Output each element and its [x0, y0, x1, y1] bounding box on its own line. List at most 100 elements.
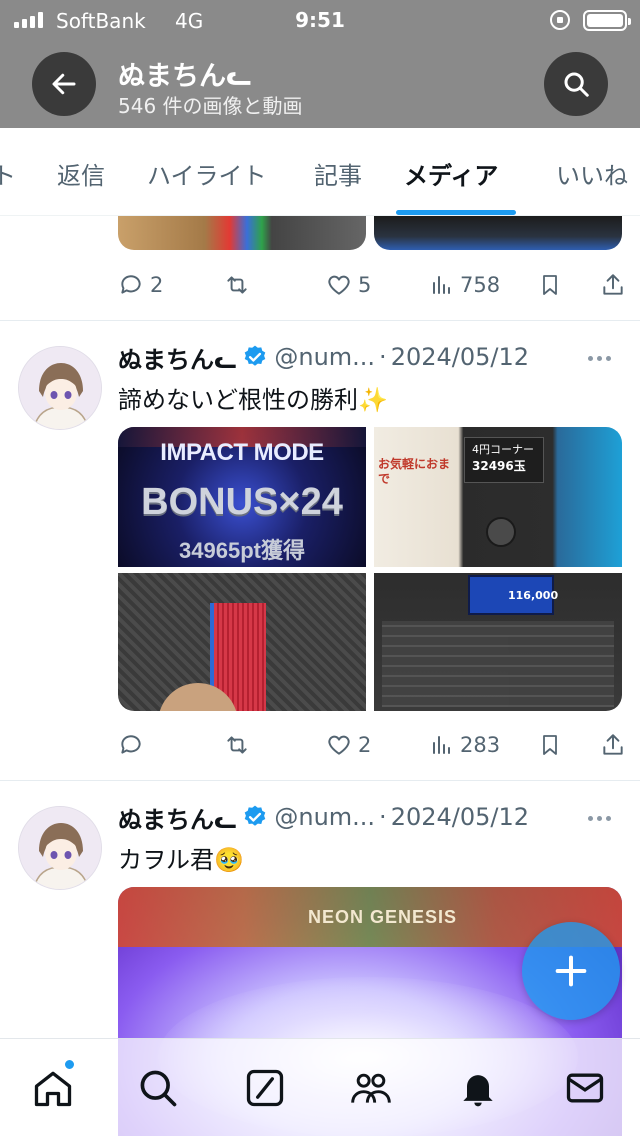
messages-icon	[566, 1073, 604, 1103]
orientation-lock-icon	[550, 10, 570, 30]
author-name[interactable]: ぬまちんᓚ	[118, 340, 236, 375]
views-button[interactable]: 283	[430, 733, 538, 757]
bookmark-icon	[543, 275, 557, 295]
avatar-image	[19, 807, 101, 889]
search-icon	[140, 1070, 177, 1107]
media-text-screen: 116,000	[508, 589, 559, 602]
post-header: ぬまちんᓚ @num... · 2024/05/12	[118, 800, 529, 834]
post-header: ぬまちんᓚ @num... · 2024/05/12	[118, 340, 529, 374]
reply-count: 2	[150, 273, 164, 297]
views-icon	[433, 736, 450, 754]
view-count: 283	[460, 733, 501, 757]
nav-search[interactable]	[135, 1065, 181, 1111]
author-handle[interactable]: @num...	[274, 343, 375, 371]
post-media-grid: IMPACT MODE BONUS×24 34965pt獲得 4円コーナー 32…	[118, 427, 622, 711]
battery-icon	[583, 10, 631, 31]
media-count: 546 件の画像と動画	[118, 94, 303, 118]
status-bar: SoftBank 4G 9:51	[0, 0, 640, 40]
post-media-image[interactable]: IMPACT MODE BONUS×24 34965pt獲得	[118, 427, 366, 567]
post-media-image[interactable]: 116,000	[374, 573, 622, 711]
tab-articles[interactable]: 記事	[314, 156, 362, 191]
author-name[interactable]: ぬまちんᓚ	[118, 800, 236, 835]
like-count: 2	[358, 733, 372, 757]
grok-icon	[246, 1069, 284, 1107]
post-divider	[0, 780, 640, 781]
post-media-image[interactable]	[118, 216, 366, 250]
search-icon	[564, 72, 589, 97]
media-text-count: 32496玉	[472, 459, 526, 473]
bottom-navigation	[0, 1038, 640, 1136]
avatar-image	[19, 347, 101, 429]
nav-communities[interactable]	[348, 1065, 394, 1111]
tab-highlights[interactable]: ハイライト	[147, 156, 267, 191]
share-button[interactable]	[600, 272, 626, 298]
back-button[interactable]	[32, 52, 96, 116]
heart-icon	[328, 275, 350, 295]
share-icon	[603, 734, 623, 755]
arrow-left-icon	[52, 73, 76, 95]
reply-icon	[121, 275, 141, 294]
profile-tabs: ト 返信 ハイライト 記事 メディア いいね	[0, 128, 640, 216]
post-actions: 2 5 758	[118, 270, 628, 300]
tab-indicator	[396, 210, 516, 215]
share-button[interactable]	[600, 732, 626, 758]
media-text-bonus: BONUS×24	[141, 481, 343, 523]
tab-media[interactable]: メディア	[404, 156, 498, 191]
heart-icon	[328, 735, 350, 755]
reply-button[interactable]	[118, 732, 223, 758]
communities-icon	[351, 1073, 391, 1103]
bookmark-icon	[543, 735, 557, 755]
profile-name: ぬまちんᓚ	[118, 61, 252, 92]
post-media-image[interactable]: 4円コーナー 32496玉 お気軽におまで	[374, 427, 622, 567]
plus-icon	[555, 955, 587, 987]
search-button[interactable]	[544, 52, 608, 116]
share-icon	[603, 274, 623, 295]
separator-dot: ·	[379, 343, 387, 371]
nav-home[interactable]	[30, 1065, 76, 1111]
post-text: 諦めないど根性の勝利✨	[118, 386, 388, 414]
post-media-image[interactable]	[118, 573, 366, 711]
media-text-points: 34965pt獲得	[179, 538, 305, 563]
bookmark-button[interactable]	[538, 732, 600, 758]
post-divider	[0, 320, 640, 321]
post-date[interactable]: 2024/05/12	[391, 803, 529, 831]
more-options-icon[interactable]	[588, 348, 618, 368]
tab-likes[interactable]: いいね	[556, 156, 628, 191]
reply-icon	[121, 735, 141, 754]
like-button[interactable]: 5	[326, 272, 430, 298]
post-actions: 2 283	[118, 730, 628, 760]
like-count: 5	[358, 273, 372, 297]
bookmark-button[interactable]	[538, 272, 600, 298]
media-text-corner: 4円コーナー	[472, 443, 534, 456]
media-text-impact: IMPACT MODE	[160, 439, 324, 466]
clock: 9:51	[295, 8, 345, 32]
tab-posts[interactable]: ト	[0, 156, 16, 191]
nav-grok[interactable]	[242, 1065, 288, 1111]
post-date[interactable]: 2024/05/12	[391, 343, 529, 371]
home-icon	[34, 1071, 72, 1107]
profile-header: SoftBank 4G 9:51 ぬまちんᓚ 546 件の画像と動画	[0, 0, 640, 128]
tab-replies[interactable]: 返信	[57, 156, 105, 191]
avatar[interactable]	[18, 346, 102, 430]
author-handle[interactable]: @num...	[274, 803, 375, 831]
notifications-icon	[463, 1075, 493, 1107]
repost-icon	[227, 276, 247, 294]
compose-button[interactable]	[522, 922, 620, 1020]
post-text: カヲル君🥹	[118, 846, 244, 874]
views-icon	[433, 276, 450, 294]
like-button[interactable]: 2	[326, 732, 430, 758]
views-button[interactable]: 758	[430, 273, 538, 297]
repost-button[interactable]	[223, 732, 326, 758]
more-options-icon[interactable]	[588, 808, 618, 828]
post-media-image[interactable]	[374, 216, 622, 250]
nav-notifications[interactable]	[455, 1065, 501, 1111]
separator-dot: ·	[379, 803, 387, 831]
media-text-sign: お気軽におまで	[378, 457, 451, 486]
repost-button[interactable]	[223, 272, 326, 298]
nav-messages[interactable]	[562, 1065, 608, 1111]
view-count: 758	[460, 273, 501, 297]
reply-button[interactable]: 2	[118, 272, 223, 298]
verified-badge-icon	[245, 345, 266, 366]
media-text-banner: NEON GENESIS	[308, 907, 458, 927]
avatar[interactable]	[18, 806, 102, 890]
